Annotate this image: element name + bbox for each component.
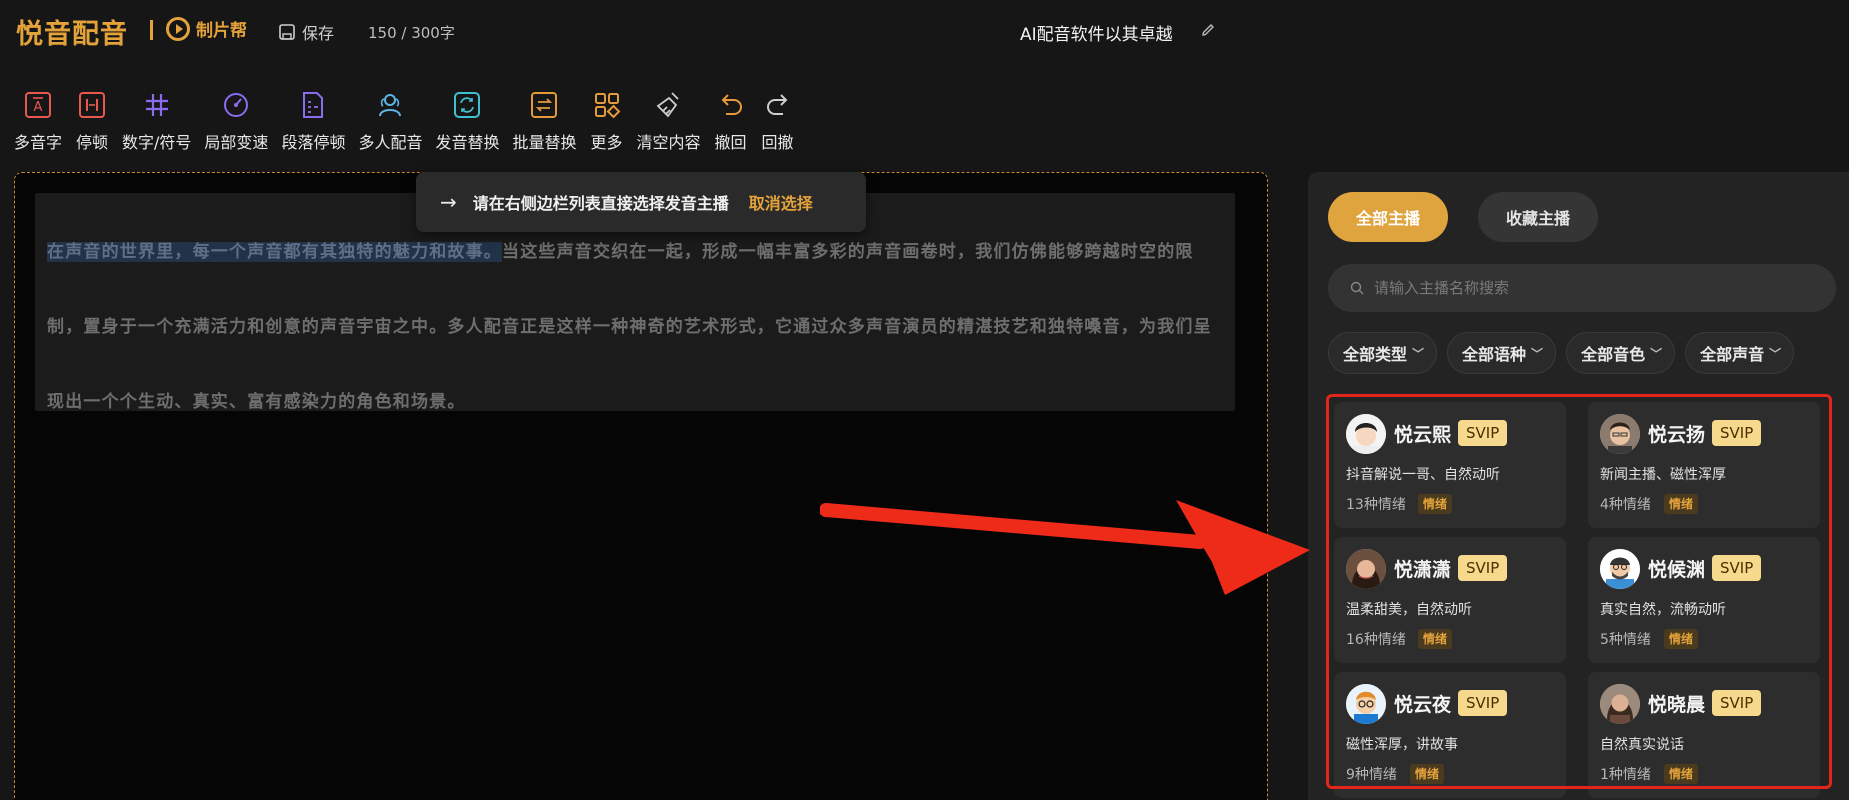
tool-multi-voice[interactable]: 多人配音: [358, 88, 422, 153]
tool-label: 多人配音: [358, 133, 423, 152]
tool-label: 撤回: [714, 133, 747, 152]
tool-clear-content[interactable]: 清空内容: [637, 88, 701, 153]
speed-dial-icon: [219, 88, 253, 122]
toolbar: A 多音字 停顿 数字/符号 局部变速 段落停顿 多人配音 发音替换 批量替换 …: [14, 88, 808, 153]
grid-more-icon: [590, 88, 624, 122]
arrow-right-icon: →: [440, 190, 457, 214]
filter-label: 全部语种: [1462, 345, 1527, 364]
tool-polyphone[interactable]: A 多音字: [14, 88, 62, 153]
tool-pronunciation-replace[interactable]: 发音替换: [435, 88, 499, 153]
top-bar: 悦音配音 制片帮 保存 150 / 300字 AI配音软件以其卓越: [0, 0, 1849, 62]
tool-label: 数字/符号: [122, 133, 192, 152]
tool-label: 局部变速: [204, 133, 269, 152]
hash-icon: [140, 88, 174, 122]
tool-label: 发音替换: [435, 133, 500, 152]
filter-voice[interactable]: 全部声音 ﹀: [1685, 332, 1795, 374]
chevron-down-icon: ﹀: [1769, 346, 1782, 361]
broom-icon: [652, 88, 686, 122]
tool-label: 清空内容: [636, 133, 701, 152]
search-icon: [1350, 281, 1364, 295]
filter-timbre[interactable]: 全部音色 ﹀: [1566, 332, 1676, 374]
tooltip-message: 请在右侧边栏列表直接选择发音主播: [472, 194, 729, 213]
tool-undo[interactable]: 撤回: [714, 88, 748, 153]
filter-row: 全部类型 ﹀ 全部语种 ﹀ 全部音色 ﹀ 全部声音 ﹀: [1328, 332, 1804, 374]
edit-title-icon[interactable]: [1200, 22, 1216, 38]
chevron-down-icon: ﹀: [1412, 346, 1425, 361]
paragraph-text[interactable]: 当这些声音交织在一起，形成一幅丰富多彩的声音画卷时，我们仿佛能够跨越时空的限制，…: [47, 242, 1212, 412]
word-count: 150 / 300字: [368, 24, 455, 42]
tool-label: 段落停顿: [281, 133, 346, 152]
logo-divider: [150, 20, 153, 40]
tool-label: 停顿: [76, 133, 109, 152]
tool-pause[interactable]: 停顿: [75, 88, 109, 153]
tool-label: 多音字: [14, 133, 63, 152]
tab-favorite-voices[interactable]: 收藏主播: [1478, 192, 1598, 242]
save-icon: [279, 24, 295, 40]
partner-logo-text: 制片帮: [196, 21, 247, 41]
partner-logo: 制片帮: [166, 16, 247, 41]
chevron-down-icon: ﹀: [1650, 346, 1663, 361]
filter-label: 全部类型: [1343, 345, 1408, 364]
tool-local-speed[interactable]: 局部变速: [204, 88, 268, 153]
tab-all-voices[interactable]: 全部主播: [1328, 192, 1448, 242]
filter-label: 全部音色: [1581, 345, 1646, 364]
batch-replace-icon: [527, 88, 561, 122]
select-voice-tooltip: → 请在右侧边栏列表直接选择发音主播 取消选择: [416, 172, 866, 232]
pause-icon: [75, 88, 109, 122]
tool-paragraph-pause[interactable]: 段落停顿: [281, 88, 345, 153]
tool-label: 批量替换: [512, 133, 577, 152]
annotation-arrow-icon: [820, 500, 1310, 595]
voice-search-box[interactable]: [1328, 264, 1836, 312]
multi-user-icon: [373, 88, 407, 122]
document-title[interactable]: AI配音软件以其卓越: [1020, 20, 1173, 45]
paragraph-pause-icon: [296, 88, 330, 122]
app-logo: 悦音配音: [16, 19, 128, 50]
redo-icon: [761, 88, 795, 122]
selected-text[interactable]: 在声音的世界里，每一个声音都有其独特的魅力和故事。: [47, 242, 502, 262]
filter-type[interactable]: 全部类型 ﹀: [1328, 332, 1438, 374]
tool-label: 回撤: [761, 133, 794, 152]
annotation-highlight-box: [1326, 394, 1832, 789]
cancel-selection-button[interactable]: 取消选择: [749, 190, 813, 214]
tool-batch-replace[interactable]: 批量替换: [512, 88, 577, 153]
tool-more[interactable]: 更多: [590, 88, 624, 153]
tool-redo[interactable]: 回撤: [761, 88, 795, 153]
play-logo-icon: [166, 16, 190, 41]
text-editor[interactable]: 在声音的世界里，每一个声音都有其独特的魅力和故事。当这些声音交织在一起，形成一幅…: [14, 172, 1268, 800]
tool-label: 更多: [590, 133, 623, 152]
polyphone-icon: A: [21, 88, 55, 122]
tool-number-symbol[interactable]: 数字/符号: [122, 88, 191, 153]
filter-language[interactable]: 全部语种 ﹀: [1447, 332, 1557, 374]
undo-icon: [714, 88, 748, 122]
replace-icon: [450, 88, 484, 122]
chevron-down-icon: ﹀: [1531, 346, 1544, 361]
svg-text:A: A: [34, 100, 43, 115]
save-button[interactable]: 保存: [278, 20, 334, 44]
save-label: 保存: [302, 24, 335, 43]
filter-label: 全部声音: [1700, 345, 1765, 364]
search-input[interactable]: [1374, 279, 1794, 297]
